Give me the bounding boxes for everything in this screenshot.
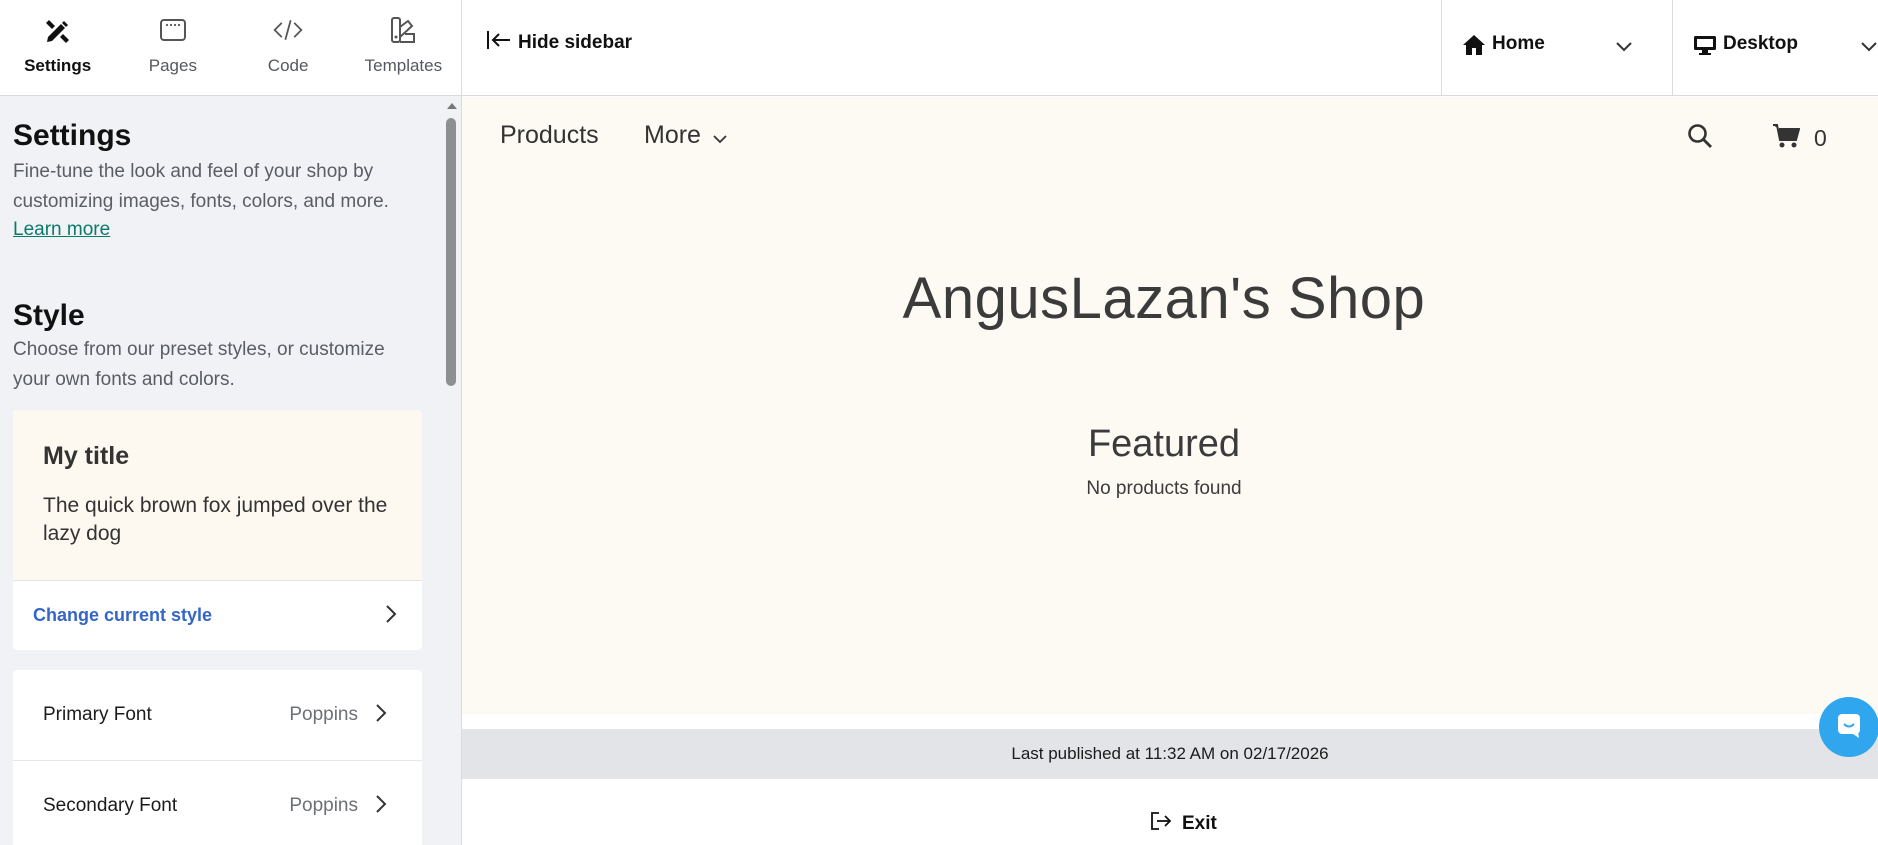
shop-nav-products[interactable]: Products	[500, 121, 599, 150]
exit-icon	[1150, 811, 1172, 836]
publish-status: Last published at 11:32 AM on 02/17/2026	[462, 729, 1878, 779]
tab-pages[interactable]: Pages	[115, 0, 230, 96]
style-description: Choose from our preset styles, or custom…	[13, 339, 385, 390]
shop-nav-more-label: More	[644, 121, 701, 149]
sidebar: Settings Pages Code Templates Settings F…	[0, 0, 462, 845]
style-card: My title The quick brown fox jumped over…	[13, 410, 422, 650]
settings-icon	[42, 14, 74, 46]
primary-font-label: Primary Font	[43, 704, 152, 725]
tab-settings[interactable]: Settings	[0, 0, 115, 96]
cart-count: 0	[1814, 125, 1827, 151]
pages-icon	[157, 14, 189, 46]
secondary-font-label: Secondary Font	[43, 795, 178, 816]
shop-title: AngusLazan's Shop	[902, 266, 1426, 331]
tab-code[interactable]: Code	[231, 0, 346, 96]
home-icon	[1462, 34, 1486, 61]
page-select-value: Home	[1492, 33, 1545, 54]
sidebar-scrollbar-thumb[interactable]	[446, 118, 456, 386]
preview-horizontal-scrollbar[interactable]	[462, 712, 1878, 714]
style-preview-text: The quick brown fox jumped over the lazy…	[43, 494, 388, 545]
tab-templates-label: Templates	[364, 56, 443, 75]
hide-sidebar-label: Hide sidebar	[518, 31, 633, 53]
templates-icon	[387, 14, 419, 46]
tab-settings-label: Settings	[24, 56, 92, 75]
chevron-down-icon	[1615, 40, 1633, 58]
style-preview-title: My title	[43, 442, 130, 470]
learn-more-link[interactable]: Learn more	[13, 219, 110, 241]
cart-icon	[1772, 123, 1801, 154]
chevron-right-icon	[374, 702, 388, 729]
collapse-left-icon	[486, 30, 512, 55]
primary-font-row[interactable]: Primary Font Poppins	[13, 670, 422, 760]
exit-button[interactable]: Exit	[1150, 811, 1217, 836]
settings-description: Fine-tune the look and feel of your shop…	[13, 161, 389, 212]
font-settings-card: Primary Font Poppins Secondary Font Popp…	[13, 670, 422, 845]
chevron-right-icon	[384, 603, 398, 630]
no-products-message: No products found	[1086, 478, 1242, 499]
tab-templates[interactable]: Templates	[346, 0, 461, 96]
scroll-up-arrow-icon[interactable]	[447, 103, 457, 109]
device-select-value: Desktop	[1723, 33, 1798, 54]
chat-support-button[interactable]	[1819, 697, 1878, 757]
store-editor: Settings Pages Code Templates Settings F…	[0, 0, 1878, 845]
shop-preview: Products More 0 AngusLazan's Shop Featur…	[462, 97, 1878, 714]
hide-sidebar-button[interactable]: Hide sidebar	[486, 30, 632, 55]
desktop-icon	[1693, 34, 1717, 61]
device-select[interactable]: Desktop	[1672, 0, 1878, 96]
editor-toolbar: Hide sidebar Home Desktop	[462, 0, 1878, 96]
chat-icon	[1835, 711, 1863, 744]
exit-label: Exit	[1182, 812, 1217, 834]
style-preview: My title The quick brown fox jumped over…	[13, 410, 422, 580]
shop-nav-more[interactable]: More	[644, 121, 728, 151]
sidebar-tabs: Settings Pages Code Templates	[0, 0, 461, 96]
chevron-right-icon	[374, 793, 388, 820]
code-icon	[272, 14, 304, 46]
search-icon[interactable]	[1687, 123, 1713, 154]
change-style-button[interactable]: Change current style	[13, 580, 422, 650]
page-select[interactable]: Home	[1441, 0, 1672, 96]
change-style-label: Change current style	[33, 605, 213, 625]
featured-heading: Featured	[1087, 423, 1241, 465]
settings-panel: Settings Fine-tune the look and feel of …	[0, 97, 441, 845]
secondary-font-row[interactable]: Secondary Font Poppins	[13, 760, 422, 845]
primary-font-value: Poppins	[289, 704, 358, 725]
style-title: Style	[13, 299, 85, 332]
tab-code-label: Code	[267, 56, 309, 75]
chevron-down-icon	[1860, 40, 1878, 58]
cart-button[interactable]: 0	[1772, 123, 1827, 154]
secondary-font-value: Poppins	[289, 795, 358, 816]
sidebar-scrollbar[interactable]	[443, 97, 459, 845]
exit-bar: Exit	[462, 779, 1878, 845]
tab-pages-label: Pages	[148, 56, 197, 75]
settings-title: Settings	[13, 119, 132, 152]
chevron-down-icon	[712, 122, 728, 151]
